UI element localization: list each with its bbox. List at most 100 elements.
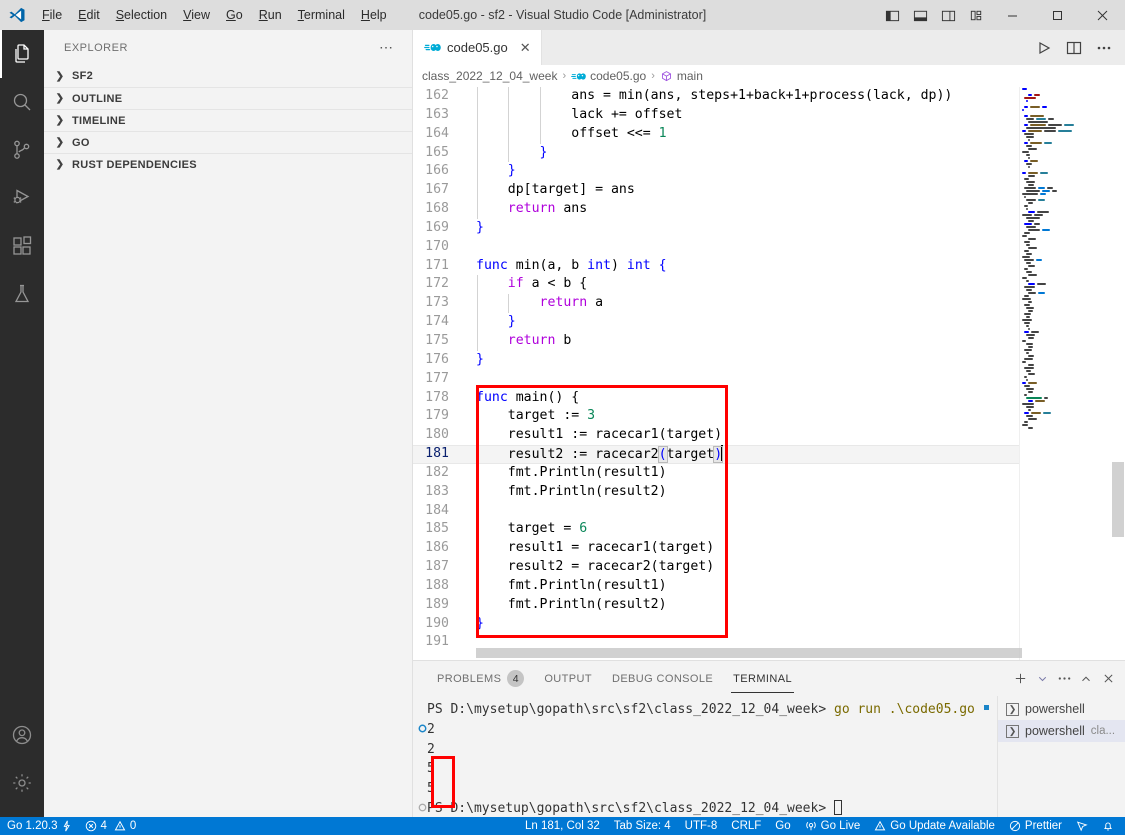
code-token: return [507,201,556,217]
terminal-output[interactable]: PS D:\mysetup\gopath\src\sf2\class_2022_… [413,696,996,818]
status-go-version[interactable]: Go 1.20.3 [0,817,78,835]
status-feedback[interactable] [1069,817,1095,835]
minimap[interactable] [1019,87,1111,660]
go-live-label: Go Live [820,820,861,832]
breadcrumb-label: code05.go [590,69,647,83]
line-number: 188 [425,577,449,593]
warning-icon [114,820,126,832]
code-text: result2 = racecar2(target) [465,558,714,577]
code-text: lack += offset [465,106,682,125]
close-button[interactable] [1080,0,1125,30]
activity-explorer[interactable] [0,30,44,78]
panel-tab-debug-console[interactable]: DEBUG CONSOLE [602,661,723,696]
breadcrumb-item-2[interactable]: main [660,69,703,83]
minimap-token [1024,312,1031,315]
sidebar-more-actions-icon[interactable]: ⋯ [379,39,394,56]
minimap-token [1022,150,1029,153]
activity-run-and-debug[interactable] [0,174,44,222]
minimap-token [1028,174,1035,177]
terminal-list-item[interactable]: ❯ powershell [998,698,1125,720]
line-number: 175 [425,332,449,348]
status-notifications[interactable] [1095,817,1121,835]
breadcrumb-item-0[interactable]: class_2022_12_04_week [422,69,557,83]
menu-selection[interactable]: Selection [108,0,175,30]
minimap-token [1026,315,1030,318]
indent-guide [476,294,478,314]
status-go-update[interactable]: Go Update Available [867,817,1002,835]
maximize-button[interactable] [1035,0,1080,30]
status-editor-position[interactable]: Ln 181, Col 32 [518,817,607,835]
indent-guide [476,576,478,596]
sidebar-section-label: OUTLINE [72,92,123,105]
sidebar-title: EXPLORER [64,41,128,54]
menu-file[interactable]: File [34,0,70,30]
minimap-token [1028,345,1033,348]
code-token: ) [611,257,627,273]
line-number: 181 [425,446,449,462]
panel-tab-output[interactable]: OUTPUT [534,661,602,696]
minimap-token [1026,180,1035,183]
minimap-token [1024,384,1030,387]
sidebar-section-go[interactable]: ❯ GO [44,131,412,153]
hscrollbar-thumb[interactable] [476,648,1022,658]
panel-tab-terminal[interactable]: TERMINAL [723,661,802,696]
sidebar-section-timeline[interactable]: ❯ TIMELINE [44,109,412,131]
minimap-token [1028,372,1035,375]
minimap-token [1058,129,1072,132]
panel-more-actions-icon[interactable] [1053,661,1075,696]
menu-view[interactable]: View [175,0,218,30]
editor-more-actions-icon[interactable] [1089,30,1119,65]
terminal-list-item[interactable]: ❯ powershell cla... [998,720,1125,742]
menu-terminal[interactable]: Terminal [290,0,353,30]
sidebar-section-outline[interactable]: ❯ OUTLINE [44,87,412,109]
status-eol[interactable]: CRLF [724,817,768,835]
status-go-live[interactable]: Go Live [798,817,868,835]
maximize-panel-chevron-up-icon[interactable] [1075,661,1097,696]
command-decoration-idle[interactable] [418,803,427,812]
activity-source-control[interactable] [0,126,44,174]
terminal-profile-chevron-down-icon[interactable] [1031,661,1053,696]
indent-guide [476,331,478,351]
tab-code05-go[interactable]: code05.go ✕ [413,30,542,65]
indent-guide [476,501,478,521]
toggle-primary-sidebar-icon[interactable] [878,0,906,30]
editor-horizontal-scrollbar[interactable] [476,648,1022,658]
command-decoration-success[interactable] [418,724,427,733]
indent-guide [540,105,542,125]
breadcrumb-item-1[interactable]: code05.go [571,69,646,83]
scrollbar-thumb[interactable] [1112,462,1124,537]
sidebar-section-sf2[interactable]: ❯ SF2 [44,65,412,87]
minimize-button[interactable] [990,0,1035,30]
minimap-token [1038,291,1045,294]
minimap-token [1024,285,1035,288]
menu-run[interactable]: Run [251,0,290,30]
activity-accounts[interactable] [0,711,44,759]
status-problems[interactable]: 4 0 [78,817,144,835]
new-terminal-icon[interactable] [1009,661,1031,696]
activity-search[interactable] [0,78,44,126]
tab-close-icon[interactable]: ✕ [520,40,531,56]
status-prettier[interactable]: Prettier [1002,817,1069,835]
run-code-icon[interactable] [1029,30,1059,65]
status-tab-size[interactable]: Tab Size: 4 [607,817,678,835]
status-encoding[interactable]: UTF-8 [678,817,725,835]
editor-vertical-scrollbar[interactable] [1111,87,1125,660]
activity-extensions[interactable] [0,222,44,270]
menu-go[interactable]: Go [218,0,251,30]
language-mode-label: Go [775,820,791,832]
customize-layout-icon[interactable] [962,0,990,30]
menu-edit[interactable]: Edit [70,0,108,30]
toggle-secondary-sidebar-icon[interactable] [934,0,962,30]
minimap-token [1024,420,1028,423]
minimap-token [1024,393,1027,396]
activity-testing[interactable] [0,270,44,318]
toggle-panel-icon[interactable] [906,0,934,30]
status-language-mode[interactable]: Go [768,817,797,835]
sidebar-section-rust-dependencies[interactable]: ❯ RUST DEPENDENCIES [44,153,412,175]
activity-manage-settings[interactable] [0,759,44,807]
split-editor-icon[interactable] [1059,30,1089,65]
panel-tab-problems[interactable]: PROBLEMS 4 [427,661,534,696]
menu-help[interactable]: Help [353,0,395,30]
close-panel-icon[interactable] [1097,661,1119,696]
